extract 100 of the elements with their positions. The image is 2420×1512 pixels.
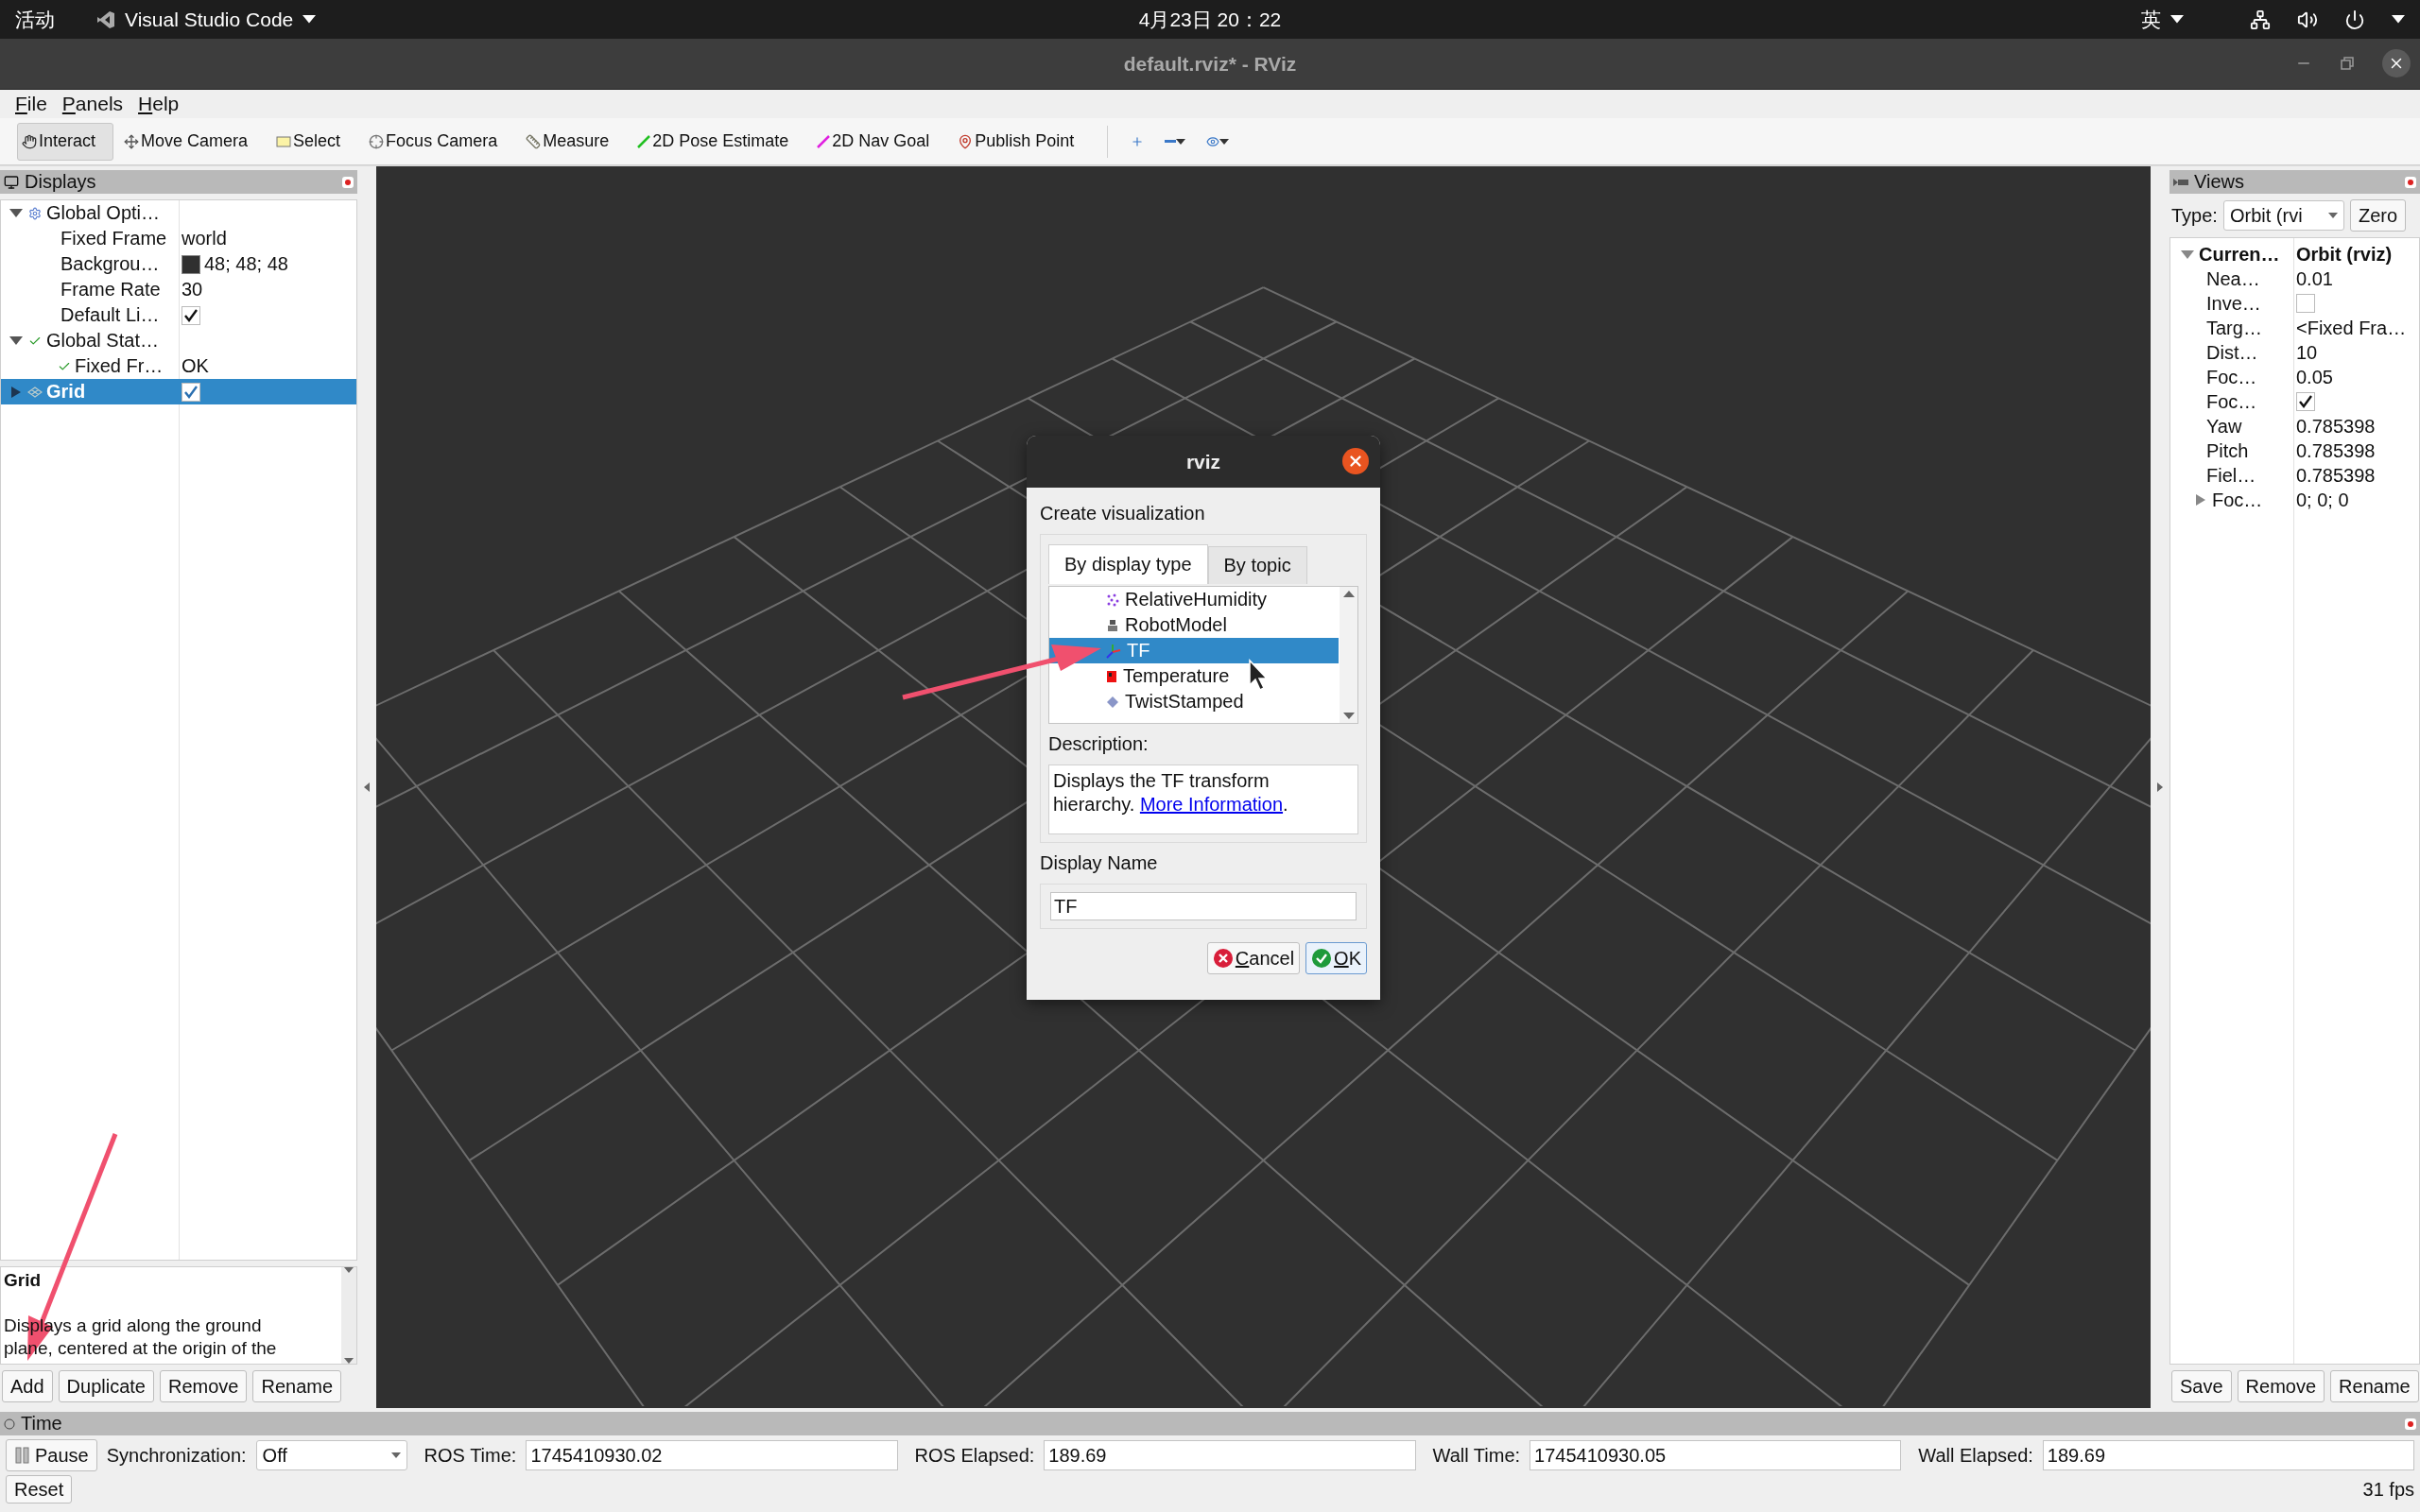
- monitor-icon: [4, 174, 19, 190]
- checkbox[interactable]: [2296, 392, 2315, 411]
- panel-button[interactable]: Duplicate: [58, 1370, 154, 1402]
- list-item[interactable]: RelativeHumidity: [1049, 587, 1339, 612]
- tab[interactable]: By display type: [1048, 544, 1208, 584]
- panel-title: Time: [21, 1413, 63, 1435]
- panel-button[interactable]: Remove: [160, 1370, 248, 1402]
- property-label: Yaw: [2206, 415, 2242, 438]
- select-box-icon: [276, 135, 292, 147]
- tool-button[interactable]: Interact: [17, 122, 114, 161]
- plus-icon: [1131, 134, 1145, 148]
- collapse-handle-icon[interactable]: [364, 782, 370, 792]
- property-label: Fixed Fr…: [75, 355, 164, 377]
- property-label: Foc…: [2206, 366, 2257, 388]
- property-label: Default Li…: [60, 304, 160, 326]
- panel-button[interactable]: Rename: [252, 1370, 342, 1402]
- reset-button[interactable]: Reset: [6, 1475, 73, 1503]
- hand-icon: [22, 133, 37, 149]
- app-menu[interactable]: Visual Studio Code: [96, 8, 317, 31]
- tool-button[interactable]: Focus Camera: [364, 122, 516, 161]
- power-icon[interactable]: [2344, 9, 2365, 30]
- checkbox[interactable]: [2296, 294, 2315, 313]
- expand-arrow-icon[interactable]: [2196, 494, 2205, 506]
- panel-close-icon[interactable]: [2405, 176, 2416, 188]
- checkbox[interactable]: [182, 305, 200, 325]
- dialog-button[interactable]: OK: [1305, 942, 1367, 974]
- scroll-up-icon[interactable]: [1342, 591, 1355, 597]
- type-label: Type:: [2171, 204, 2218, 227]
- panel-button[interactable]: Save: [2171, 1370, 2232, 1402]
- tool-button[interactable]: Move Camera: [119, 122, 267, 161]
- collapse-arrow-icon[interactable]: [2181, 249, 2194, 259]
- panel-close-icon[interactable]: [2405, 1418, 2416, 1430]
- color-swatch[interactable]: [182, 254, 200, 274]
- grid-icon: [27, 386, 43, 398]
- panel-button[interactable]: Remove: [2237, 1370, 2325, 1402]
- collapse-arrow-icon[interactable]: [9, 336, 23, 345]
- sync-dropdown[interactable]: Off: [255, 1440, 407, 1470]
- pause-button[interactable]: Pause: [6, 1439, 97, 1471]
- tool-button[interactable]: Select: [271, 122, 359, 161]
- caret-icon: [1176, 138, 1186, 145]
- time-field[interactable]: 1745410930.02: [526, 1440, 898, 1470]
- property-value: 0.785398: [2296, 439, 2376, 462]
- panel-button[interactable]: Add: [2, 1370, 53, 1402]
- collapse-handle-icon[interactable]: [2157, 782, 2163, 792]
- tool-button[interactable]: Publish Point: [953, 122, 1093, 161]
- display-name-label: Display Name: [1040, 852, 1159, 874]
- property-value: world: [182, 228, 227, 249]
- network-icon[interactable]: [2250, 9, 2271, 30]
- sync-label: Synchronization:: [106, 1444, 247, 1467]
- collapse-arrow-icon[interactable]: [9, 209, 23, 217]
- property-value: 0; 0; 0: [2296, 489, 2349, 511]
- dialog-button[interactable]: Cancel: [1206, 942, 1301, 974]
- time-field[interactable]: 1745410930.05: [1530, 1440, 1902, 1470]
- scroll-down-icon: [344, 1358, 354, 1364]
- gear-icon: [28, 206, 42, 220]
- render-viewport[interactable]: rviz Create visualization By display type By topic RelativeHumidity RobotModel TF Temperature TwistStamped Description: Displays the TF transform hierarchy. More Information. Display Name TF Cancel OK: [376, 166, 2151, 1408]
- more-information-link[interactable]: More Information: [1139, 794, 1284, 815]
- panel-close-icon[interactable]: [342, 176, 354, 188]
- tree-row[interactable]: Global Stat…: [1, 328, 356, 353]
- expand-arrow-icon[interactable]: [11, 386, 21, 398]
- caret-icon: [302, 15, 317, 24]
- list-item[interactable]: TwistStamped: [1049, 689, 1339, 714]
- input-method-menu[interactable]: 英: [2141, 6, 2184, 33]
- panel-title: Views: [2194, 171, 2245, 193]
- list-item[interactable]: RobotModel: [1049, 612, 1339, 638]
- caret-icon: [1219, 138, 1230, 145]
- property-label: Inve…: [2206, 292, 2261, 315]
- time-field[interactable]: 189.69: [2042, 1440, 2415, 1470]
- clock-icon: [4, 1418, 15, 1430]
- property-value: 0.01: [2296, 267, 2333, 290]
- menu-item[interactable]: Panels: [58, 93, 128, 115]
- time-field[interactable]: 189.69: [1044, 1440, 1416, 1470]
- clock[interactable]: 4月23日 20：22: [1138, 6, 1282, 33]
- activities-button[interactable]: 活动: [15, 6, 55, 33]
- checkbox[interactable]: [182, 382, 200, 402]
- tool-button[interactable]: Measure: [521, 122, 628, 161]
- tree-row[interactable]: Grid: [1, 379, 356, 404]
- list-item[interactable]: Temperature: [1049, 663, 1339, 689]
- zero-button[interactable]: Zero: [2349, 199, 2407, 232]
- view-type-dropdown[interactable]: Orbit (rvi: [2222, 200, 2344, 231]
- tool-button[interactable]: 2D Nav Goal: [812, 122, 948, 161]
- panel-button[interactable]: Rename: [2330, 1370, 2419, 1402]
- property-label: Frame Rate: [60, 279, 161, 301]
- menu-item[interactable]: File: [11, 93, 51, 115]
- display-name-field[interactable]: TF: [1050, 892, 1357, 920]
- restore-icon[interactable]: [2341, 57, 2354, 70]
- time-label: ROS Elapsed:: [914, 1444, 1035, 1467]
- tree-row[interactable]: Global Opti…: [1, 200, 356, 226]
- tree-label: Grid: [46, 381, 86, 403]
- tool-button[interactable]: 2D Pose Estimate: [632, 122, 807, 161]
- tab[interactable]: By topic: [1207, 546, 1307, 584]
- scrollbar[interactable]: [341, 1267, 356, 1364]
- mouse-cursor-icon: [1249, 659, 1269, 691]
- scroll-down-icon[interactable]: [1342, 713, 1355, 719]
- dialog-close-button[interactable]: [1342, 448, 1369, 474]
- close-button[interactable]: [2382, 49, 2411, 77]
- menu-item[interactable]: Help: [134, 93, 183, 115]
- close-icon: [1347, 453, 1364, 470]
- description-label: Description:: [1048, 733, 1150, 755]
- scrollbar[interactable]: [1340, 587, 1357, 723]
